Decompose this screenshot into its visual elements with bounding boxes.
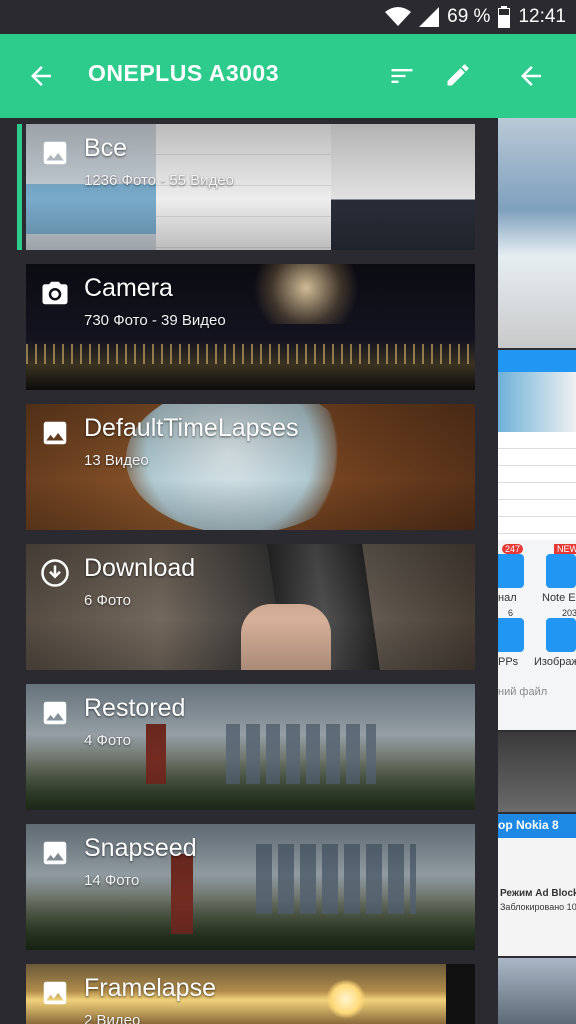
image-icon	[43, 421, 67, 445]
screen: 69 % 12:41 247 NEW нал Note Edite 6	[0, 0, 576, 1024]
badge: NEW	[554, 544, 576, 554]
banner-text: op Nokia 8	[498, 818, 559, 832]
wifi-icon	[385, 7, 412, 27]
status-bar: 69 % 12:41	[0, 0, 576, 34]
app-label: ний файл	[498, 686, 548, 698]
thumbnail[interactable]: op Nokia 8 Режим Ad Block: Вы Заблокиров…	[498, 814, 576, 956]
album-item-all[interactable]: Все 1236 Фото - 55 Видео	[26, 124, 475, 250]
download-icon	[41, 559, 69, 587]
sort-icon[interactable]	[388, 62, 416, 90]
album-name: DefaultTimeLapses	[84, 414, 299, 442]
badge: 203	[562, 608, 576, 618]
image-icon	[43, 981, 67, 1005]
album-item-snapseed[interactable]: Snapseed 14 Фото	[26, 824, 475, 950]
thumbnail[interactable]	[498, 118, 576, 348]
app-label: PPs	[498, 656, 519, 668]
album-name: Download	[84, 554, 196, 582]
album-item-download[interactable]: Download 6 Фото	[26, 544, 475, 670]
album-count: 13 Видео	[84, 452, 149, 469]
background-app-bar	[498, 34, 576, 118]
app-bar: ONEPLUS A3003	[0, 34, 498, 118]
album-item-defaulttimelapses[interactable]: DefaultTimeLapses 13 Видео	[26, 404, 475, 530]
camera-icon	[42, 281, 68, 305]
app-label: нал	[498, 592, 517, 604]
album-drawer: ONEPLUS A3003 Все 1236 Фото - 55 Видео C…	[0, 34, 498, 1024]
image-icon	[43, 141, 67, 165]
selected-indicator	[17, 124, 22, 250]
album-name: Все	[84, 134, 128, 162]
app-label: Изображен	[534, 656, 576, 668]
album-count: 1236 Фото - 55 Видео	[84, 172, 234, 189]
page-title: ONEPLUS A3003	[88, 60, 279, 86]
app-label: Note Edite	[542, 592, 576, 604]
back-arrow-icon[interactable]	[26, 61, 56, 91]
thumbnail[interactable]	[498, 350, 576, 540]
album-list: Все 1236 Фото - 55 Видео Camera 730 Фото…	[0, 118, 498, 1024]
edit-icon[interactable]	[444, 61, 472, 89]
album-count: 730 Фото - 39 Видео	[84, 312, 226, 329]
thumbnail[interactable]	[498, 958, 576, 1024]
thumbnail[interactable]	[498, 732, 576, 812]
image-icon	[43, 841, 67, 865]
album-count: 4 Фото	[84, 732, 131, 749]
battery-percent: 69 %	[447, 6, 491, 27]
album-count: 2 Видео	[84, 1012, 141, 1024]
badge: 247	[502, 544, 524, 554]
album-name: Framelapse	[84, 974, 216, 1002]
signal-icon	[419, 7, 440, 27]
battery-icon	[498, 6, 511, 28]
album-name: Camera	[84, 274, 173, 302]
album-count: 14 Фото	[84, 872, 140, 889]
album-count: 6 Фото	[84, 592, 131, 609]
album-name: Restored	[84, 694, 186, 722]
badge: 6	[508, 608, 514, 618]
back-arrow-icon	[521, 66, 541, 86]
image-icon	[43, 701, 67, 725]
clock: 12:41	[518, 6, 566, 27]
album-item-camera[interactable]: Camera 730 Фото - 39 Видео	[26, 264, 475, 390]
album-item-restored[interactable]: Restored 4 Фото	[26, 684, 475, 810]
background-gallery-view: 247 NEW нал Note Edite 6 203 PPs Изображ…	[498, 34, 576, 1024]
adblock-title: Режим Ad Block: Вы	[500, 888, 576, 899]
thumbnail[interactable]: 247 NEW нал Note Edite 6 203 PPs Изображ…	[498, 540, 576, 730]
album-name: Snapseed	[84, 834, 197, 862]
album-item-framelapse[interactable]: Framelapse 2 Видео	[26, 964, 475, 1024]
adblock-subtitle: Заблокировано 10 рекл	[500, 902, 576, 912]
